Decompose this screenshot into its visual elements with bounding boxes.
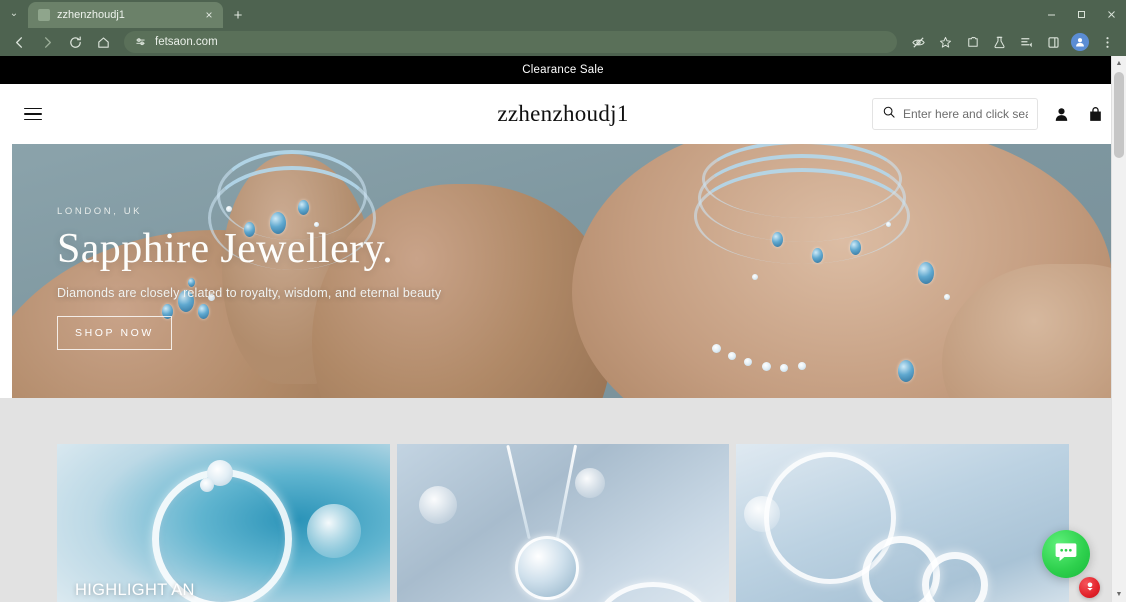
diamond-sparkle (712, 344, 721, 353)
hamburger-menu-icon[interactable] (20, 101, 46, 127)
avatar (1071, 33, 1089, 51)
url-text: fetsaon.com (155, 36, 218, 48)
diamond-sparkle (752, 274, 758, 280)
hero-eyebrow: LONDON, UK (57, 206, 143, 217)
cart-icon[interactable] (1084, 103, 1106, 125)
incognito-eye-off-icon[interactable] (905, 30, 931, 54)
hero-section-wrap: LONDON, UK Sapphire Jewellery. Diamonds … (0, 144, 1126, 398)
bokeh-light (574, 468, 605, 498)
hero-banner: LONDON, UK Sapphire Jewellery. Diamonds … (12, 144, 1114, 398)
browser-tab[interactable]: zzhenzhoudj1 × (28, 2, 223, 28)
close-window-icon[interactable] (1096, 0, 1126, 28)
bokeh-light (418, 486, 457, 524)
shop-now-button[interactable]: SHOP NOW (57, 315, 172, 350)
sapphire-gem (850, 240, 861, 255)
close-icon[interactable]: × (201, 7, 217, 23)
extensions-puzzle-icon[interactable] (959, 30, 985, 54)
diamond-ring-shape (922, 552, 989, 602)
diamond-sparkle (744, 358, 752, 366)
site-header: zzhenzhoudj1 (0, 84, 1126, 144)
necklace-chain (555, 444, 577, 540)
pendant-gem (514, 536, 579, 600)
three-dot-menu-icon[interactable] (1094, 30, 1120, 54)
bracelet-shape (592, 582, 713, 602)
bookmark-star-icon[interactable] (932, 30, 958, 54)
search-icon (882, 105, 896, 124)
scroll-up-arrow-icon[interactable]: ▲ (1112, 56, 1126, 71)
diamond-sparkle (200, 478, 214, 492)
back-icon[interactable] (6, 30, 32, 54)
diamond-sparkle (780, 364, 788, 372)
chat-bubble-icon (1053, 539, 1079, 570)
hero-subtitle: Diamonds are closely related to royalty,… (57, 285, 442, 300)
page-scrollbar[interactable]: ▲ ▼ (1111, 56, 1126, 602)
toolbar-actions (905, 30, 1120, 54)
tab-search-button[interactable]: ⌄ (0, 0, 28, 28)
announcement-text: Clearance Sale (522, 64, 604, 76)
scroll-down-arrow-icon[interactable]: ▼ (1112, 587, 1126, 602)
gallery-card[interactable] (736, 444, 1070, 602)
diamond-sparkle (728, 352, 736, 360)
labs-flask-icon[interactable] (986, 30, 1012, 54)
necklace-chain (505, 444, 530, 540)
gallery-card-caption: HIGHLIGHT AN IMAGE BANNER (75, 581, 195, 600)
gallery-section: HIGHLIGHT AN IMAGE BANNER (0, 398, 1126, 602)
necklace-strand (694, 168, 910, 264)
tab-title: zzhenzhoudj1 (57, 9, 125, 21)
gallery-card[interactable] (396, 444, 730, 602)
forward-icon[interactable] (34, 30, 60, 54)
hamburger-line (24, 118, 42, 121)
sapphire-gem (898, 360, 914, 382)
notification-badge-button[interactable] (1079, 577, 1100, 598)
diamond-sparkle (762, 362, 771, 371)
search-input[interactable] (903, 107, 1028, 121)
browser-window: ⌄ zzhenzhoudj1 × + fetsaon.com Clearance… (0, 0, 1126, 602)
side-panel-icon[interactable] (1040, 30, 1066, 54)
diamond-sparkle (798, 362, 806, 370)
browser-titlebar: ⌄ zzhenzhoudj1 × + (0, 0, 1126, 28)
new-tab-button[interactable]: + (225, 2, 251, 28)
search-box[interactable] (872, 98, 1038, 130)
scrollbar-thumb[interactable] (1114, 72, 1124, 158)
sapphire-gem (918, 262, 934, 284)
hamburger-line (24, 113, 42, 115)
tab-favicon-icon (38, 9, 50, 21)
announcement-bar: Clearance Sale (0, 56, 1126, 84)
profile-avatar-icon[interactable] (1067, 30, 1093, 54)
account-icon[interactable] (1050, 103, 1072, 125)
maximize-icon[interactable] (1066, 0, 1096, 28)
diamond-sparkle (886, 222, 891, 227)
header-actions (872, 98, 1106, 130)
hamburger-line (24, 107, 42, 110)
sapphire-gem (772, 232, 783, 247)
page-viewport: Clearance Sale zzhenzhoudj1 Enter here a… (0, 56, 1126, 602)
minimize-icon[interactable] (1036, 0, 1066, 28)
alert-badge-icon (1084, 579, 1096, 597)
hero-copy: LONDON, UK Sapphire Jewellery. Diamonds … (57, 206, 441, 350)
gallery-row: HIGHLIGHT AN IMAGE BANNER (0, 444, 1126, 602)
chat-widget-button[interactable] (1042, 530, 1090, 578)
sapphire-gem (812, 248, 823, 263)
tune-icon[interactable] (134, 36, 147, 49)
reading-list-icon[interactable] (1013, 30, 1039, 54)
gallery-card[interactable]: HIGHLIGHT AN IMAGE BANNER (57, 444, 390, 602)
reload-icon[interactable] (62, 30, 88, 54)
address-bar[interactable]: fetsaon.com (124, 31, 897, 53)
bokeh-light (307, 504, 361, 558)
diamond-sparkle (944, 294, 950, 300)
chevron-down-icon: ⌄ (9, 8, 19, 19)
window-controls (1036, 0, 1126, 28)
home-icon[interactable] (90, 30, 116, 54)
browser-toolbar: fetsaon.com (0, 28, 1126, 56)
hero-title: Sapphire Jewellery. (57, 226, 394, 272)
